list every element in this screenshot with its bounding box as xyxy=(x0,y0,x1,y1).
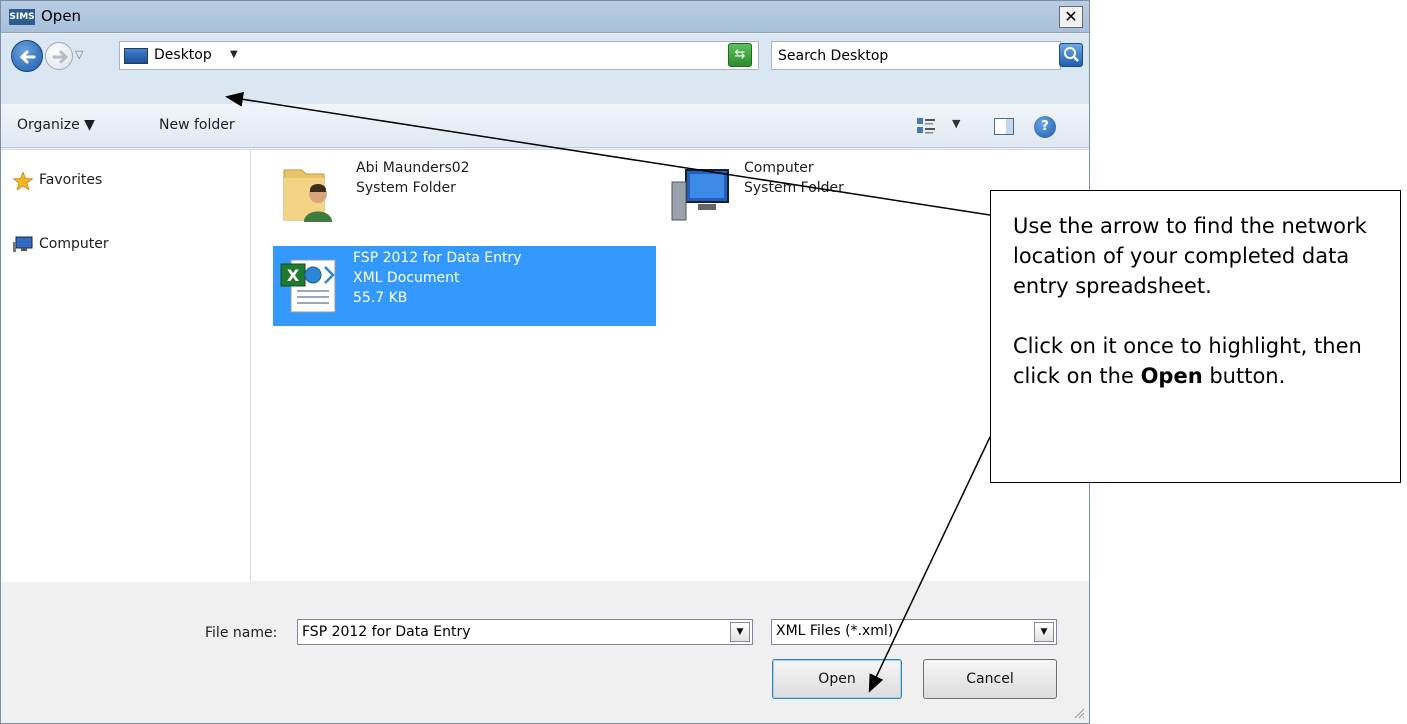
window-title: Open xyxy=(41,7,82,25)
user-folder-icon xyxy=(283,169,332,222)
file-item-computer[interactable]: Computer System Folder xyxy=(664,156,914,234)
back-button[interactable] xyxy=(11,40,43,72)
file-name-label: File name: xyxy=(205,625,278,641)
nav-item-favorites[interactable]: Favorites xyxy=(13,172,103,190)
app-badge-icon: SIMS xyxy=(9,9,35,25)
file-name: FSP 2012 for Data Entry xyxy=(353,250,522,266)
organize-menu-button[interactable]: Organize ▼ xyxy=(17,117,95,133)
new-folder-button[interactable]: New folder xyxy=(159,117,235,133)
file-type-select[interactable]: XML Files (*.xml) ▼ xyxy=(771,619,1057,645)
view-options-dropdown[interactable]: ▼ xyxy=(952,117,960,130)
close-button[interactable]: ✕ xyxy=(1059,6,1083,28)
open-button[interactable]: Open xyxy=(772,659,902,699)
title-bar[interactable]: SIMS Open ✕ xyxy=(1,1,1089,33)
desktop-icon xyxy=(124,48,148,64)
svg-text:X: X xyxy=(287,266,300,285)
address-location[interactable]: Desktop xyxy=(154,47,212,63)
file-size: 55.7 KB xyxy=(353,290,408,306)
search-box[interactable] xyxy=(771,41,1061,70)
computer-icon xyxy=(671,169,729,221)
recent-locations-dropdown[interactable]: ▽ xyxy=(75,48,83,61)
help-icon[interactable]: ? xyxy=(1034,116,1056,138)
instruction-callout: Use the arrow to find the network locati… xyxy=(990,190,1401,483)
resize-grip-icon[interactable] xyxy=(1073,707,1085,719)
change-view-icon[interactable] xyxy=(916,117,936,135)
file-type: System Folder xyxy=(744,180,844,196)
star-icon xyxy=(13,172,33,190)
file-item-fsp-2012[interactable]: X FSP 2012 for Data Entry XML Document 5… xyxy=(273,246,656,326)
file-list: Abi Maunders02 System Folder Computer Sy… xyxy=(252,150,1088,582)
navigation-pane: Favorites Computer xyxy=(1,150,251,582)
address-box[interactable]: Desktop ▼ ▼ xyxy=(119,41,759,70)
file-type-value: XML Files (*.xml) xyxy=(776,623,894,639)
callout-paragraph-2: Click on it once to highlight, then clic… xyxy=(1013,331,1378,391)
refresh-button[interactable]: ⇆ xyxy=(728,43,752,67)
cancel-button[interactable]: Cancel xyxy=(923,659,1057,699)
file-type: XML Document xyxy=(353,270,460,286)
dialog-footer: File name: ▼ XML Files (*.xml) ▼ Open Ca… xyxy=(1,582,1089,723)
address-chevron-icon[interactable]: ▼ xyxy=(230,49,238,60)
forward-arrow-icon xyxy=(52,50,69,64)
file-type-dropdown-button[interactable]: ▼ xyxy=(1034,622,1054,642)
file-name-dropdown-button[interactable]: ▼ xyxy=(730,622,750,642)
callout-paragraph-1: Use the arrow to find the network locati… xyxy=(1013,214,1367,298)
open-dialog: SIMS Open ✕ ▽ Desktop ▼ ▼ ⇆ Organize ▼ N… xyxy=(0,0,1090,724)
file-name: Computer xyxy=(744,160,814,176)
file-name-input[interactable] xyxy=(302,623,722,641)
address-row: ▽ Desktop ▼ ▼ ⇆ Organize ▼ New folder ▼ … xyxy=(1,34,1089,148)
excel-xml-icon: X xyxy=(280,259,336,313)
callout-text: button. xyxy=(1202,364,1286,388)
file-name-combobox[interactable]: ▼ xyxy=(297,619,753,645)
back-arrow-icon xyxy=(19,50,36,64)
search-input[interactable] xyxy=(778,46,1018,66)
file-item-user-folder[interactable]: Abi Maunders02 System Folder xyxy=(276,156,526,234)
file-name: Abi Maunders02 xyxy=(356,160,470,176)
forward-button[interactable] xyxy=(45,42,73,70)
command-toolbar: Organize ▼ New folder ▼ ? xyxy=(1,104,1089,148)
content-area: Favorites Computer Abi Maunders02 System… xyxy=(1,149,1089,582)
search-icon[interactable] xyxy=(1059,43,1083,67)
nav-item-label: Favorites xyxy=(39,172,103,188)
computer-icon xyxy=(13,236,33,252)
preview-pane-icon[interactable] xyxy=(994,118,1014,135)
callout-bold-open: Open xyxy=(1140,364,1203,388)
nav-item-label: Computer xyxy=(39,236,109,252)
file-type: System Folder xyxy=(356,180,456,196)
nav-item-computer[interactable]: Computer xyxy=(13,236,109,252)
